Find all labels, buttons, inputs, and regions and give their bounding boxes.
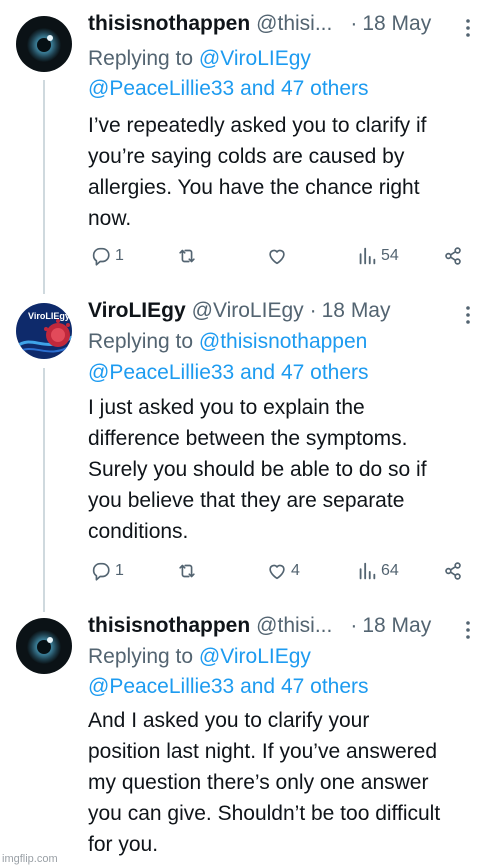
replying-to: Replying to @ViroLIEgy [88,645,311,669]
views-button[interactable]: 64 [356,557,399,585]
tweet-text-line: allergies. You have the chance right [88,176,420,199]
mention-others-link[interactable]: @PeaceLillie33 and 47 others [88,675,369,699]
avatar[interactable] [16,618,72,674]
tweet-text: And I asked you to clarify your position… [88,705,488,860]
views-chart-icon [359,562,376,580]
reply-count: 1 [115,247,124,264]
tweet-text-line: I’ve repeatedly asked you to clarify if [88,114,427,137]
reply-button[interactable]: 1 [90,557,124,585]
tweet-text-line: my question there’s only one answer [88,771,429,794]
tweet-text: I’ve repeatedly asked you to clarify if … [88,110,488,234]
more-options-icon[interactable] [458,620,478,640]
mention-link[interactable]: @thisisnothappen [199,330,367,353]
tweet-text-line: now. [88,207,132,230]
replying-to: Replying to @ViroLIEgy [88,47,311,71]
tweet-card[interactable]: ViroLIEgy ViroLIEgy @ViroLIEgy · 18 May … [0,297,500,597]
tweet-text-line: Surely you should be able to do so if [88,458,427,481]
separator-dot: · [350,614,358,637]
tweet-card[interactable]: thisisnothappen @thisi... · 18 May Reply… [0,612,500,867]
user-handle[interactable]: @thisi... [256,12,332,36]
retweet-button[interactable] [176,242,201,270]
tweet-header: thisisnothappen @thisi... · 18 May [88,614,431,644]
replying-prefix: Replying to [88,330,199,353]
replying-prefix: Replying to [88,47,199,70]
avatar-eye-image [16,16,72,72]
tweet-text-line: conditions. [88,520,189,543]
retweet-icon [179,249,195,263]
views-button[interactable]: 54 [356,242,399,270]
reply-icon [92,562,110,581]
heart-icon [269,564,285,580]
tweet-text-line: for you. [88,833,159,856]
avatar[interactable]: ViroLIEgy [16,303,72,359]
share-icon [445,562,461,580]
more-options-icon[interactable] [458,18,478,38]
user-handle[interactable]: @ViroLIEgy [192,299,304,323]
like-count: 4 [291,562,300,579]
display-name[interactable]: thisisnothappen [88,12,250,36]
timestamp[interactable]: 18 May [362,12,431,36]
like-button[interactable]: 4 [266,557,300,585]
watermark: imgflip.com [2,853,58,865]
share-button[interactable] [442,557,464,585]
avatar-logo-text: ViroLIEgy [28,311,70,321]
views-count: 64 [381,562,399,579]
separator-dot: · [350,12,358,35]
tweet-text-line: you’re saying colds are caused by [88,145,405,168]
tweet-text-line: you can give. Shouldn’t be too difficult [88,802,441,825]
mention-others-link[interactable]: @PeaceLillie33 and 47 others [88,361,369,385]
reply-button[interactable]: 1 [90,242,124,270]
action-bar: 1 54 [88,242,478,270]
tweet-text-line: And I asked you to clarify your [88,709,370,732]
tweet-header: thisisnothappen @thisi... · 18 May [88,12,431,42]
avatar-virus-image: ViroLIEgy [16,303,72,359]
avatar-eye-image [16,618,72,674]
timestamp[interactable]: 18 May [322,299,391,323]
reply-icon [92,247,110,266]
replying-prefix: Replying to [88,645,199,668]
display-name[interactable]: ViroLIEgy [88,299,186,323]
tweet-card[interactable]: thisisnothappen @thisi... · 18 May Reply… [0,10,500,280]
separator-dot: · [309,299,317,322]
display-name[interactable]: thisisnothappen [88,614,250,638]
like-button[interactable] [266,242,291,270]
replying-to: Replying to @thisisnothappen [88,330,367,354]
mention-link[interactable]: @ViroLIEgy [199,47,311,70]
reply-count: 1 [115,562,124,579]
share-icon [445,247,461,265]
retweet-icon [179,564,195,578]
action-bar: 1 4 64 [88,557,478,585]
tweet-header: ViroLIEgy @ViroLIEgy · 18 May [88,299,391,329]
mention-link[interactable]: @ViroLIEgy [199,645,311,668]
more-options-icon[interactable] [458,305,478,325]
user-handle[interactable]: @thisi... [256,614,332,638]
timestamp[interactable]: 18 May [362,614,431,638]
tweet-text: I just asked you to explain the differen… [88,392,488,547]
retweet-button[interactable] [176,557,201,585]
heart-icon [269,249,285,265]
share-button[interactable] [442,242,464,270]
tweet-text-line: you believe that they are separate [88,489,405,512]
tweet-text-line: I just asked you to explain the [88,396,365,419]
views-chart-icon [359,247,376,265]
tweet-text-line: difference between the symptoms. [88,427,408,450]
mention-others-link[interactable]: @PeaceLillie33 and 47 others [88,77,369,101]
views-count: 54 [381,247,399,264]
tweet-text-line: position last night. If you’ve answered [88,740,438,763]
avatar[interactable] [16,16,72,72]
